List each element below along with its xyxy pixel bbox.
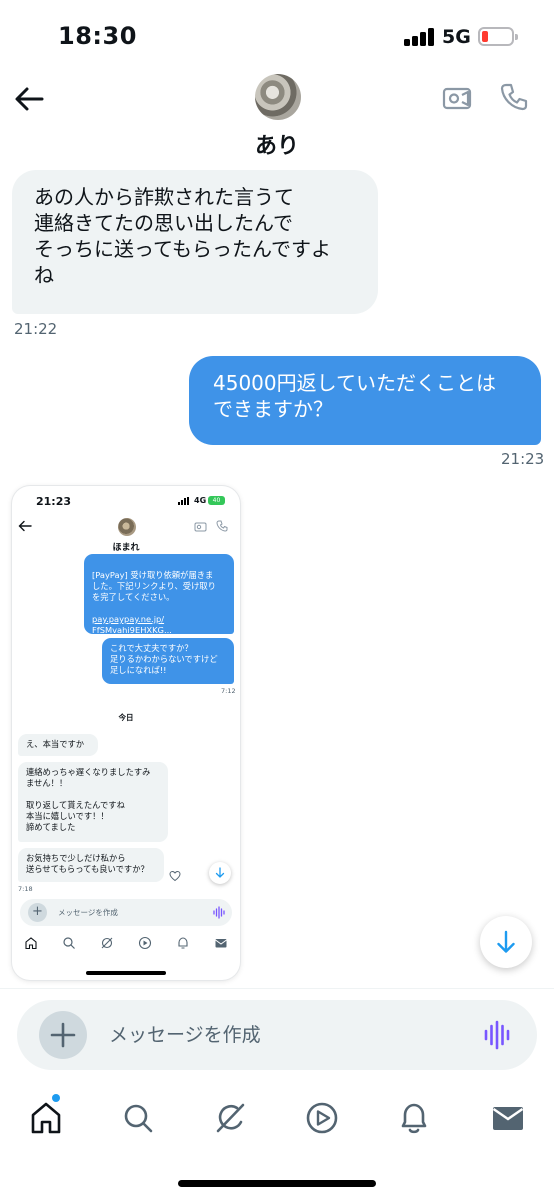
screenshot-grok-icon — [101, 937, 113, 949]
screenshot-play-icon — [138, 936, 152, 950]
attached-screenshot-image[interactable]: 21:23 4G 40 ほまれ [PayPay] 受け取り依頼が届きま した。下… — [12, 486, 240, 980]
screenshot-signal-icon — [178, 497, 191, 505]
message-composer — [17, 1000, 537, 1070]
phone-icon[interactable] — [499, 82, 529, 112]
screenshot-message-time: 7:12 — [221, 687, 236, 695]
bell-icon[interactable] — [396, 1100, 432, 1136]
screenshot-message-link: pay.paypay.ne.jp/ FfSMvahi9EHXKG... — [92, 614, 172, 635]
message-timestamp: 21:23 — [501, 450, 545, 468]
message-timestamp: 21:22 — [14, 320, 58, 338]
screenshot-date-divider: 今日 — [118, 713, 134, 722]
screenshot-bottom-nav — [12, 936, 240, 956]
video-camera-icon[interactable] — [442, 84, 472, 112]
screenshot-message-text: [PayPay] 受け取り依頼が届きま した。下記リンクより、受け取り を完了し… — [92, 570, 216, 602]
screenshot-network: 4G — [194, 496, 207, 505]
search-icon[interactable] — [120, 1100, 156, 1136]
screenshot-mail-icon — [215, 939, 227, 948]
screenshot-avatar — [118, 518, 136, 536]
screenshot-message-incoming: お気持ちで少しだけ私から 送らせてもらっても良いですか？ — [18, 848, 164, 882]
home-indicator — [178, 1180, 376, 1187]
screenshot-back-icon — [18, 520, 32, 532]
back-button[interactable] — [12, 84, 46, 114]
network-type: 5G — [442, 26, 471, 48]
conversation-header: あり — [0, 70, 554, 165]
status-bar: 18:30 5G — [0, 0, 554, 70]
status-time: 18:30 — [58, 22, 137, 50]
scroll-to-bottom-button[interactable] — [480, 916, 532, 968]
screenshot-voice-icon — [213, 906, 225, 919]
screenshot-home-icon — [25, 937, 37, 950]
screenshot-composer-placeholder: メッセージを作成 — [58, 908, 118, 917]
message-input[interactable] — [109, 1020, 449, 1050]
cell-signal-icon — [404, 28, 436, 46]
home-icon[interactable] — [28, 1100, 64, 1136]
screenshot-contact-name: ほまれ — [112, 543, 140, 553]
screenshot-message-outgoing: これで大丈夫ですか？ 足りるかわからないですけど 足しになれば!! — [102, 638, 234, 684]
screenshot-video-icon — [194, 522, 207, 532]
message-bubble-outgoing[interactable]: 45000円返していただくことは できますか？ — [189, 356, 541, 445]
mail-icon[interactable] — [490, 1100, 526, 1136]
screenshot-message-incoming: 連絡めっちゃ遅くなりましたすみ ません！！ 取り返して貰えたんですね 本当に嬉し… — [18, 762, 168, 842]
screenshot-search-icon — [63, 937, 75, 949]
screenshot-phone-icon — [216, 520, 228, 532]
screenshot-plus-icon: + — [28, 903, 47, 922]
arrow-down-icon — [497, 930, 515, 953]
bottom-navigation — [0, 1090, 554, 1150]
add-attachment-button[interactable] — [39, 1011, 87, 1059]
divider — [0, 988, 554, 989]
voice-waveform-icon[interactable] — [483, 1020, 511, 1050]
screenshot-home-indicator — [86, 971, 166, 975]
screenshot-composer: + メッセージを作成 — [20, 899, 232, 926]
screenshot-message-outgoing: [PayPay] 受け取り依頼が届きま した。下記リンクより、受け取り を完了し… — [84, 554, 234, 635]
notification-dot — [52, 1094, 60, 1102]
message-bubble-incoming[interactable]: あの人から詐欺された言うて 連絡きてたの思い出したんで そっちに送ってもらったん… — [12, 170, 378, 314]
avatar[interactable] — [255, 74, 301, 120]
play-icon[interactable] — [304, 1100, 340, 1136]
screenshot-bell-icon — [178, 937, 188, 949]
plus-icon — [50, 1022, 76, 1048]
screenshot-heart-icon — [169, 870, 181, 882]
contact-name[interactable]: あり — [0, 128, 554, 160]
grok-icon[interactable] — [212, 1100, 248, 1136]
screenshot-message-time: 7:18 — [18, 885, 33, 893]
screenshot-status-time: 21:23 — [36, 495, 72, 508]
screenshot-message-incoming: え、本当ですか — [18, 734, 98, 756]
screenshot-battery: 40 — [208, 496, 225, 505]
screenshot-scroll-down-icon — [209, 862, 231, 884]
battery-icon — [478, 27, 518, 46]
